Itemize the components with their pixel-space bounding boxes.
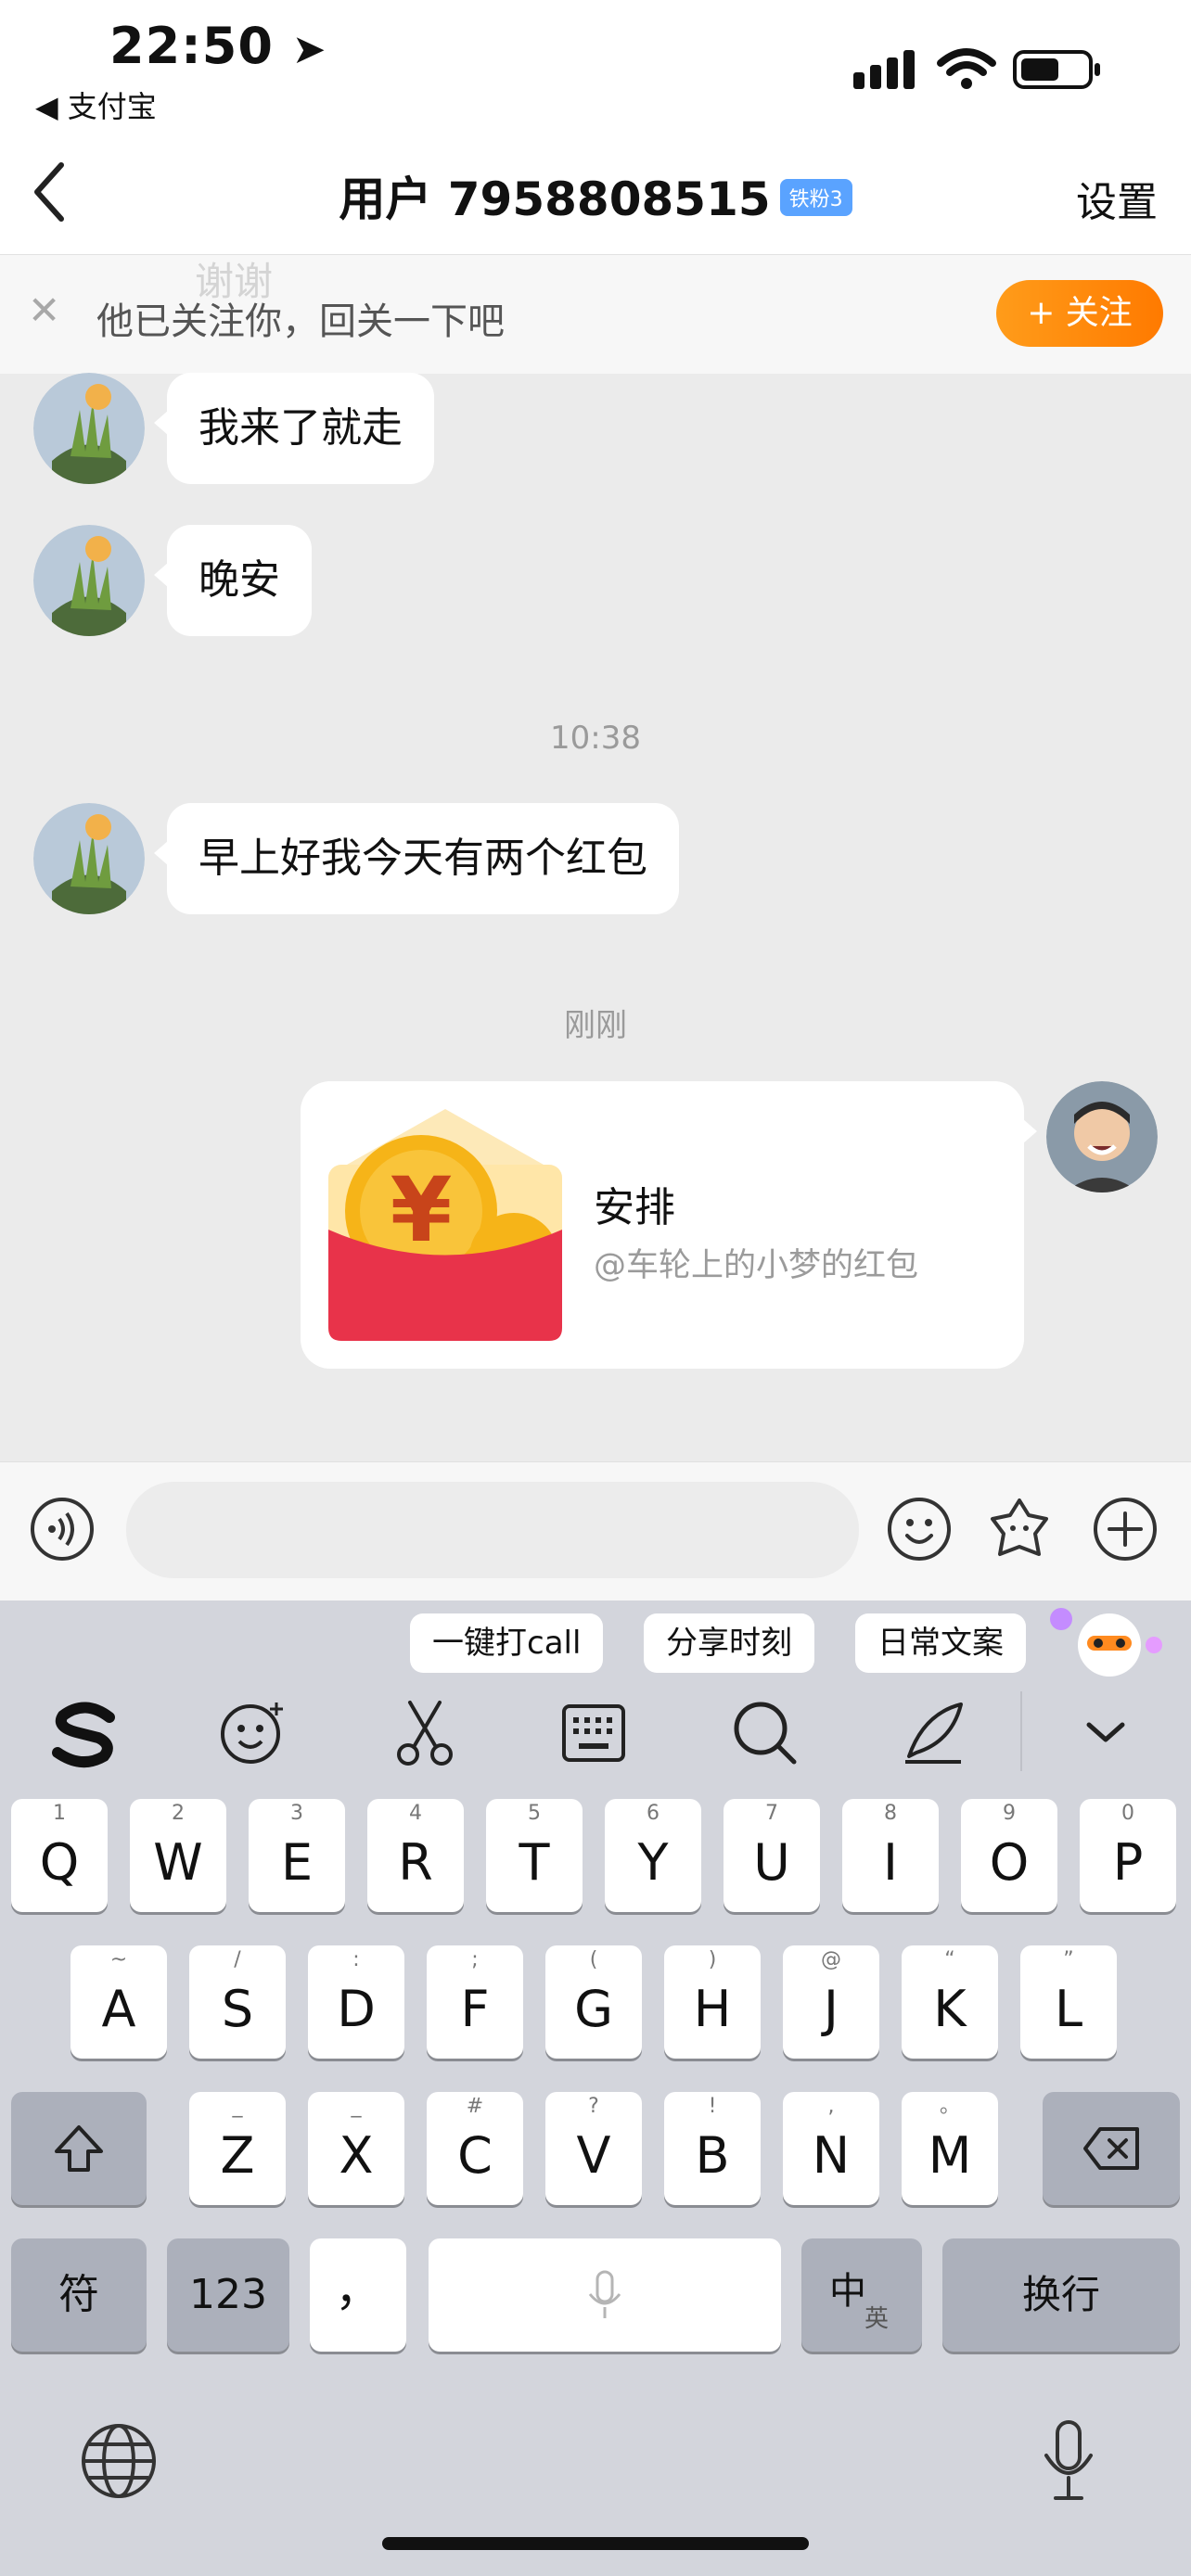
close-banner-icon[interactable]: ✕ xyxy=(28,287,60,333)
settings-button[interactable]: 设置 xyxy=(1076,169,1158,228)
globe-icon[interactable] xyxy=(80,2422,158,2500)
comma-key[interactable]: ， xyxy=(310,2238,406,2352)
suggestion-chip[interactable]: 分享时刻 xyxy=(644,1613,814,1673)
add-icon[interactable] xyxy=(1093,1497,1158,1562)
collapse-keyboard-icon[interactable] xyxy=(1069,1695,1143,1769)
handwriting-icon[interactable] xyxy=(896,1695,970,1769)
key-g[interactable]: (G xyxy=(545,1945,642,2059)
key-h[interactable]: ) H xyxy=(664,1945,761,2059)
key-z[interactable]: _ Z xyxy=(189,2092,286,2205)
key-a[interactable]: ~ A xyxy=(70,1945,167,2059)
message-bubble[interactable]: 早上好我今天有两个红包 xyxy=(154,803,679,914)
key-l[interactable]: ” L xyxy=(1020,1945,1117,2059)
fan-level-badge: 铁粉3 xyxy=(779,178,852,216)
keyboard-layout-icon[interactable] xyxy=(557,1695,631,1769)
voice-input-icon[interactable] xyxy=(30,1497,95,1562)
key-k[interactable]: “K xyxy=(902,1945,998,2059)
emoji-keyboard-icon[interactable] xyxy=(215,1695,289,1769)
key-f[interactable]: ; F xyxy=(427,1945,523,2059)
follow-banner-text: 他已关注你，回关一下吧 xyxy=(96,300,505,343)
suggestion-chip[interactable]: 日常文案 xyxy=(855,1613,1026,1673)
assistant-mascot-icon[interactable] xyxy=(1046,1604,1167,1682)
key-b[interactable]: ! B xyxy=(664,2092,761,2205)
key-o[interactable]: 9O xyxy=(961,1799,1057,1912)
key-t[interactable]: 5T xyxy=(486,1799,583,1912)
message-input[interactable] xyxy=(126,1482,859,1578)
message-timestamp: 刚刚 xyxy=(564,1007,627,1044)
battery-icon xyxy=(1013,50,1100,89)
key-y[interactable]: 6Y xyxy=(605,1799,701,1912)
message-bubble[interactable]: 晚安 xyxy=(154,525,312,636)
key-s[interactable]: / S xyxy=(189,1945,286,2059)
key-m[interactable]: 。 M xyxy=(902,2092,998,2205)
back-app-label: 支付宝 xyxy=(67,89,157,124)
key-p[interactable]: 0P xyxy=(1080,1799,1176,1912)
my-avatar[interactable] xyxy=(1046,1081,1158,1192)
language-switch-key[interactable]: 中 英 xyxy=(801,2238,922,2352)
wifi-icon xyxy=(937,48,996,89)
red-packet-message[interactable]: ¥ 安排 @车轮上的小梦的红包 xyxy=(301,1081,1037,1369)
follow-back-button[interactable]: + 关注 xyxy=(996,280,1163,347)
message-bubble[interactable]: 我来了就走 xyxy=(154,373,434,484)
key-i[interactable]: 8I xyxy=(842,1799,939,1912)
backspace-icon xyxy=(1083,2127,1139,2170)
language-sub-label: 英 xyxy=(864,2305,890,2333)
sogou-logo-icon[interactable] xyxy=(48,1695,122,1769)
dictation-microphone-icon[interactable] xyxy=(1041,2418,1096,2504)
return-key[interactable]: 换行 xyxy=(942,2238,1180,2352)
svg-text:¥: ¥ xyxy=(391,1158,453,1262)
emoji-icon[interactable] xyxy=(887,1497,952,1562)
cellular-signal-icon xyxy=(853,50,915,89)
contact-avatar[interactable] xyxy=(33,525,145,636)
contact-avatar[interactable] xyxy=(33,373,145,484)
contact-avatar[interactable] xyxy=(33,803,145,914)
key-n[interactable]: ,N xyxy=(783,2092,879,2205)
microphone-icon xyxy=(588,2270,621,2318)
red-packet-title: 安排 xyxy=(594,1184,675,1231)
red-packet-icon: ¥ xyxy=(328,1109,562,1341)
key-c[interactable]: # C xyxy=(427,2092,523,2205)
key-e[interactable]: 3E xyxy=(249,1799,345,1912)
scissors-icon[interactable] xyxy=(388,1695,462,1769)
key-u[interactable]: 7U xyxy=(724,1799,820,1912)
search-icon[interactable] xyxy=(727,1695,801,1769)
key-q[interactable]: 1Q xyxy=(11,1799,108,1912)
key-d[interactable]: :D xyxy=(308,1945,404,2059)
home-indicator xyxy=(382,2537,809,2550)
numbers-key[interactable]: 123 xyxy=(167,2238,289,2352)
key-x[interactable]: _ X xyxy=(308,2092,404,2205)
chat-title: 用户 7958808515 铁粉3 xyxy=(0,162,1191,229)
key-j[interactable]: @ J xyxy=(783,1945,879,2059)
symbols-key[interactable]: 符 xyxy=(11,2238,147,2352)
shift-icon xyxy=(55,2125,103,2172)
key-r[interactable]: 4R xyxy=(367,1799,464,1912)
suggestion-chip[interactable]: 一键打call xyxy=(410,1613,604,1673)
sticker-icon[interactable] xyxy=(987,1497,1052,1562)
red-packet-subtitle: @车轮上的小梦的红包 xyxy=(594,1247,919,1284)
key-v[interactable]: ? V xyxy=(545,2092,642,2205)
shift-key[interactable] xyxy=(11,2092,147,2205)
key-w[interactable]: 2W xyxy=(130,1799,226,1912)
status-time: 22:50 ➤ xyxy=(109,17,327,75)
toolbar-divider xyxy=(1020,1691,1022,1771)
language-main-label: 中 xyxy=(829,2270,866,2313)
back-to-app-link[interactable]: ◀ 支付宝 xyxy=(35,83,157,126)
backspace-key[interactable] xyxy=(1043,2092,1180,2205)
message-timestamp: 10:38 xyxy=(550,720,641,757)
space-key[interactable] xyxy=(429,2238,781,2352)
